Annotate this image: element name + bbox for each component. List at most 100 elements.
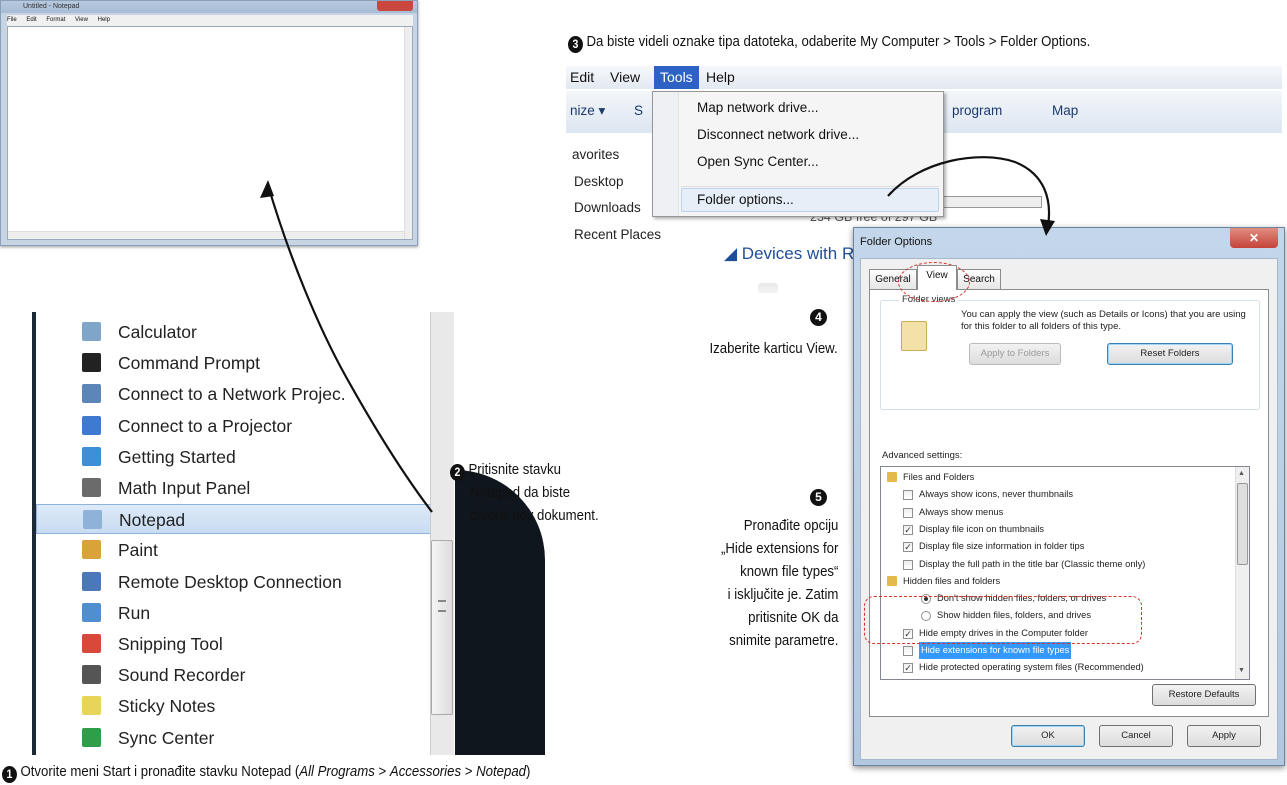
start-menu-item[interactable]: Run [36,598,432,628]
horizontal-scrollbar[interactable] [8,231,404,239]
menu-item-folder-options[interactable]: Folder options... [697,192,794,207]
folder-views-group: Folder views You can apply the view (suc… [880,294,1260,410]
sync-center-icon [82,727,101,747]
callout-step-2: 2 Pritisnite stavku Notepad da biste otvo… [450,458,599,527]
start-menu-item[interactable]: Paint [36,535,432,565]
nav-recent-places[interactable]: Recent Places [574,227,661,242]
step-2-line-3: otvorili nov dokument. [470,507,599,524]
advanced-setting-label: Display the full path in the title bar (… [919,558,1146,569]
start-menu-item[interactable]: Command Prompt [36,348,432,378]
microphone-icon [82,665,101,685]
advanced-setting-label: Always show icons, never thumbnails [919,489,1073,500]
callout-step-3: 3 Da biste videli oznake tipa datoteka, o… [568,30,1090,53]
step-5-line-2: „Hide extensions for [720,540,838,557]
checkbox[interactable] [903,559,913,570]
vertical-scrollbar[interactable] [404,27,412,239]
start-menu-item-label: Math Input Panel [118,478,251,498]
start-menu-scroll-thumb[interactable] [431,540,453,715]
scroll-up-icon[interactable]: ▲ [1238,470,1245,477]
restore-defaults-button[interactable]: Restore Defaults [1152,684,1256,706]
step-5-line-1: Pronađite opciju [743,517,838,534]
network-projector-icon [82,384,101,404]
close-icon[interactable]: ✕ [1230,228,1278,248]
menu-item-disconnect-network-drive[interactable]: Disconnect network drive... [697,127,859,142]
start-menu-item[interactable]: Connect to a Network Projec. [36,379,432,409]
start-menu-item[interactable]: Notepad [36,504,432,535]
nav-desktop[interactable]: Desktop [574,174,624,189]
path-notepad: Notepad [476,763,527,780]
callout-step-1: 1 Otvorite meni Start i pronađite stavku … [2,760,530,783]
checkbox[interactable]: ✓ [903,524,913,535]
cancel-button[interactable]: Cancel [1099,725,1173,747]
command-prompt-icon [82,353,101,373]
start-menu-item[interactable]: Snipping Tool [36,629,432,659]
menu-item-open-sync-center[interactable]: Open Sync Center... [697,154,819,169]
hide-extensions-highlight [864,596,1142,644]
reset-folders-button[interactable]: Reset Folders [1107,343,1233,365]
checkbox[interactable] [903,507,913,518]
devices-heading[interactable]: ◢ Devices with R [724,244,854,264]
menu-item-map-network-drive[interactable]: Map network drive... [697,100,819,115]
math-input-icon [82,478,101,497]
apply-to-folders-button[interactable]: Apply to Folders [969,343,1061,365]
program-button[interactable]: program [952,103,1002,118]
callout-step-4: Izaberite karticu View. [709,340,838,357]
start-menu-item[interactable]: Connect to a Projector [36,411,432,441]
folder-views-description: You can apply the view (such as Details … [961,309,1246,332]
start-menu-item[interactable]: Sound Recorder [36,660,432,690]
advanced-setting-label: Always show menus [919,506,1004,517]
start-menu-item[interactable]: Calculator [36,317,432,347]
snipping-tool-icon [82,634,101,653]
view-tab-panel: Folder views You can apply the view (suc… [869,289,1269,717]
notepad-menu-bar: File Edit Format View Help [7,15,413,26]
toolbar-button-s[interactable]: S [634,103,643,118]
organize-button[interactable]: nize ▾ [570,103,605,119]
advanced-setting-label: Hide extensions for known file types [919,642,1072,659]
start-menu-item-label: Sync Center [118,727,215,748]
menu-view[interactable]: View [610,66,640,89]
advanced-setting-label: Files and Folders [903,472,975,482]
start-menu-item-label: Sticky Notes [118,696,216,717]
start-menu-item[interactable]: Math Input Panel [36,473,432,503]
notepad-title-bar: Untitled - Notepad [1,1,417,13]
step-5-line-5: pritisnite OK da [747,609,838,626]
notepad-window: Untitled - Notepad File Edit Format View… [0,0,418,246]
window-controls[interactable] [333,1,413,11]
menu-separator [681,186,939,187]
ok-button[interactable]: OK [1011,725,1085,747]
explorer-menu-bar: Edit View Tools Help [566,66,1282,89]
menu-help[interactable]: Help [98,17,110,23]
start-menu-item[interactable]: Sync Center [36,723,432,753]
step-2-line-2: Notepad da biste [470,484,571,501]
menu-tools[interactable]: Tools [654,66,699,89]
menu-format[interactable]: Format [46,17,65,23]
menu-help[interactable]: Help [706,66,735,89]
start-menu-item[interactable]: Sticky Notes [36,691,432,721]
checkbox[interactable]: ✓ [903,663,913,674]
apply-button[interactable]: Apply [1187,725,1261,747]
path-all-programs: All Programs [299,763,375,780]
step-number-1: 1 [2,766,17,783]
menu-edit[interactable]: Edit [26,17,36,23]
scroll-thumb[interactable] [1237,483,1248,565]
menu-edit[interactable]: Edit [570,66,594,89]
notepad-icon [83,510,102,530]
notepad-text-area[interactable] [7,26,413,240]
checkbox[interactable] [903,490,913,501]
start-menu-item-label: Remote Desktop Connection [118,571,342,592]
start-menu-item-label: Getting Started [118,446,236,467]
menu-file[interactable]: File [7,17,17,23]
advanced-settings-scrollbar[interactable]: ▲ ▼ [1235,467,1249,679]
nav-downloads[interactable]: Downloads [574,200,641,215]
close-icon[interactable] [377,1,413,11]
menu-view[interactable]: View [75,17,88,23]
map-drive-button[interactable]: Map [1052,103,1078,118]
nav-favorites[interactable]: avorites [572,147,619,162]
checkbox[interactable]: ✓ [903,542,913,553]
tab-view[interactable]: View [917,265,957,290]
start-menu-item[interactable]: Remote Desktop Connection [36,567,432,597]
checkbox[interactable] [903,646,913,656]
start-menu-item[interactable]: Getting Started [36,442,432,472]
step-number-2: 2 [450,464,465,481]
scroll-down-icon[interactable]: ▼ [1238,667,1245,674]
